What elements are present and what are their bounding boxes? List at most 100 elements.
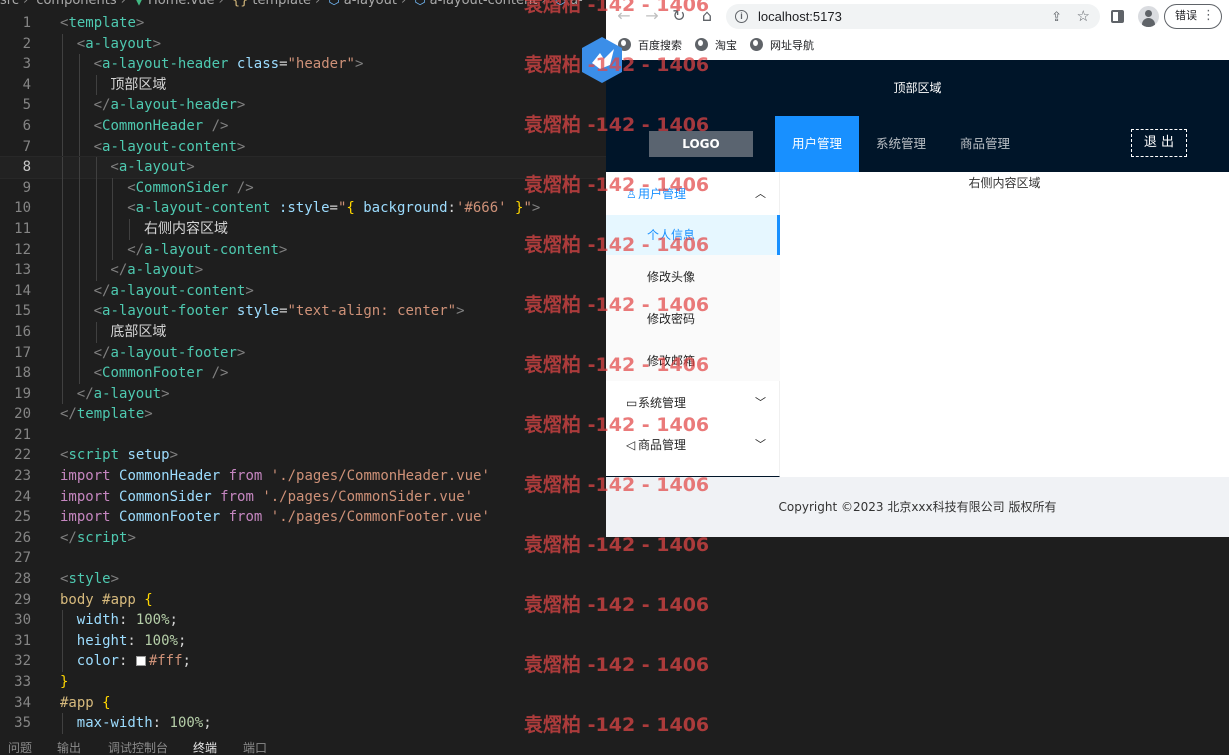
code-line[interactable]: 17 </a-layout-footer>	[0, 342, 606, 364]
code-line[interactable]: 26 </script>	[0, 528, 606, 549]
breadcrumb-item-a-layout-content[interactable]: a-layout-content	[430, 0, 538, 8]
code-token: setup	[127, 447, 170, 464]
breadcrumb-separator: ›	[120, 0, 126, 8]
indent-guide	[78, 280, 80, 302]
reload-icon[interactable]: ↻	[669, 6, 689, 26]
code-text: </template>	[60, 404, 153, 425]
address-bar[interactable]: i localhost:5173 ⇪ ☆	[726, 4, 1100, 29]
bookmark-nav[interactable]: 网址导航	[750, 38, 814, 54]
code-line[interactable]: 6 <CommonHeader />	[0, 115, 606, 137]
side-panel-icon[interactable]	[1111, 10, 1124, 23]
tab-terminal[interactable]: 终端	[193, 739, 217, 755]
indent-guide	[95, 177, 97, 199]
bird-extension-icon[interactable]	[578, 35, 626, 85]
code-text: color: #fff;	[77, 651, 191, 672]
code-line[interactable]: 32 color: #fff;	[0, 651, 606, 672]
bookmark-taobao[interactable]: 淘宝	[695, 38, 737, 54]
sidebar-group-product-management[interactable]: ◁ 商品管理 ﹀	[606, 425, 780, 465]
home-icon[interactable]: ⌂	[697, 6, 717, 26]
breadcrumb-item-a[interactable]: a-	[570, 0, 583, 8]
menu-item-system-management[interactable]: 系统管理	[859, 116, 943, 172]
code-line[interactable]: 1 <template>	[0, 13, 606, 34]
code-line[interactable]: 7 <a-layout-content>	[0, 136, 606, 158]
code-line[interactable]: 14 </a-layout-content>	[0, 280, 606, 302]
code-line[interactable]: 19 </a-layout>	[0, 383, 606, 405]
indent-guide	[62, 630, 63, 652]
code-line[interactable]: 20 </template>	[0, 404, 606, 425]
bookmark-label: 百度搜索	[638, 39, 682, 52]
code-line[interactable]: 3 <a-layout-header class="header">	[0, 54, 606, 75]
indent-guide	[95, 218, 97, 240]
code-token: />	[211, 365, 229, 382]
code-line[interactable]: 12 </a-layout-content>	[0, 239, 606, 261]
tab-problems[interactable]: 问题	[8, 739, 32, 755]
code-editor[interactable]: src › components › ▼ Home.vue › {} template › …	[0, 0, 606, 736]
sidebar-item-profile[interactable]: 个人信息	[606, 215, 780, 255]
tab-output[interactable]: 输出	[57, 739, 81, 755]
sidebar-item-change-email[interactable]: 修改邮箱	[606, 341, 780, 381]
indent-guide	[78, 95, 80, 116]
code-line[interactable]: 18 <CommonFooter />	[0, 363, 606, 384]
sidebar-group-label: 用户管理	[638, 187, 687, 201]
sidebar-item-change-avatar[interactable]: 修改头像	[606, 257, 780, 297]
bookmark-baidu[interactable]: 百度搜索	[618, 38, 682, 54]
menu-item-user-management[interactable]: 用户管理	[775, 116, 859, 172]
code-line[interactable]: 27	[0, 548, 606, 569]
sidebar-group-system-management[interactable]: ▭ 系统管理 ﹀	[606, 383, 780, 423]
code-token: </	[127, 241, 145, 258]
breadcrumb-item-src[interactable]: src	[0, 0, 19, 8]
logout-button[interactable]: 退 出	[1131, 129, 1187, 157]
code-line[interactable]: 13 </a-layout>	[0, 260, 606, 281]
code-line[interactable]: 34 #app {	[0, 693, 606, 714]
tab-debug-console[interactable]: 调试控制台	[108, 739, 168, 755]
line-number: 23	[14, 468, 31, 485]
code-line[interactable]: 10 <a-layout-content :style= " { background…	[0, 198, 606, 219]
code-token: >	[245, 282, 254, 299]
code-line[interactable]: 21	[0, 425, 606, 446]
profile-avatar-icon[interactable]	[1138, 6, 1159, 27]
code-line[interactable]: 5 </a-layout-header>	[0, 95, 606, 116]
code-token: =	[279, 56, 288, 73]
back-arrow-icon[interactable]: ←	[614, 6, 634, 26]
breadcrumb-item-a-layout[interactable]: a-layout	[344, 0, 397, 8]
code-line[interactable]: 11 右侧内容区域	[0, 218, 606, 240]
code-line[interactable]: 2 <a-layout>	[0, 33, 606, 55]
code-text: <CommonFooter />	[94, 363, 229, 384]
breadcrumb-item-template[interactable]: template	[252, 0, 311, 8]
indent-guide	[78, 115, 80, 137]
code-line[interactable]: 29 body #app {	[0, 590, 606, 611]
forward-arrow-icon[interactable]: →	[642, 6, 662, 26]
code-lines[interactable]: 1 <template> 2 <a-layout> 3 <a-layout-header …	[0, 13, 606, 734]
code-text: <script setup>	[60, 445, 178, 466]
code-token: body #app	[60, 591, 136, 608]
code-line[interactable]: 25 import CommonFooter from './pages/Comm…	[0, 507, 606, 528]
code-line[interactable]: 33}	[0, 672, 606, 693]
menu-item-product-management[interactable]: 商品管理	[943, 116, 1027, 172]
code-line[interactable]: 28 <style>	[0, 569, 606, 590]
code-token: script	[68, 447, 120, 464]
code-line[interactable]: 15 <a-layout-footer style="text-align: ce…	[0, 301, 606, 322]
code-line[interactable]: 30 width: 100%;	[0, 610, 606, 631]
code-line[interactable]: 16 底部区域	[0, 321, 606, 343]
code-line[interactable]: 23 import CommonHeader from './pages/Comm…	[0, 466, 606, 487]
sidebar-item-change-password[interactable]: 修改密码	[606, 299, 780, 339]
code-line[interactable]: 35 max-width: 100%;	[0, 713, 606, 734]
code-line[interactable]: 22 <script setup>	[0, 445, 606, 466]
code-line[interactable]: 9 <CommonSider />	[0, 177, 606, 199]
code-line[interactable]: 8 <a-layout>	[0, 156, 606, 179]
star-icon[interactable]: ☆	[1077, 4, 1090, 29]
code-token: {	[144, 591, 153, 608]
breadcrumb-item-file[interactable]: Home.vue	[148, 0, 214, 8]
code-line[interactable]: 4 顶部区域	[0, 74, 606, 96]
error-button[interactable]: 错误	[1164, 4, 1222, 29]
sidebar-group-user-management[interactable]: ♙ 用户管理 ︿	[606, 174, 780, 214]
info-icon[interactable]: i	[735, 10, 748, 23]
code-line[interactable]: 31 height: 100%;	[0, 630, 606, 652]
share-icon[interactable]: ⇪	[1051, 4, 1062, 29]
code-token: a-layout-content	[102, 138, 237, 155]
code-line[interactable]: 24 import CommonSider from './pages/Commo…	[0, 487, 606, 508]
tab-ports[interactable]: 端口	[243, 739, 267, 755]
breadcrumb-item-components[interactable]: components	[36, 0, 116, 8]
